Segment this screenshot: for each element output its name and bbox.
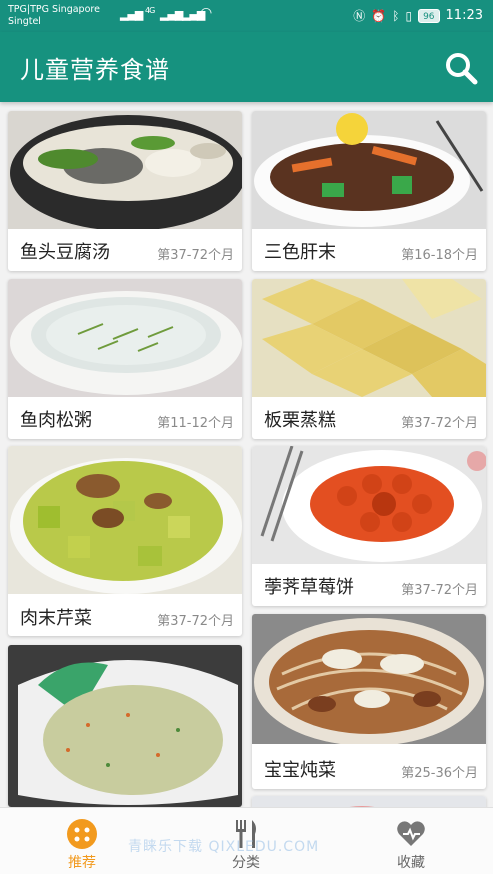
recipe-image: [8, 111, 242, 229]
recipe-card[interactable]: [252, 796, 486, 807]
battery-icon: 96: [418, 8, 440, 23]
recipe-name: 肉末芹菜: [20, 608, 92, 629]
clock: 11:23: [445, 8, 483, 23]
recipe-image: [8, 645, 242, 807]
recipe-image: [252, 796, 486, 807]
recipe-age: 第37-72个月: [157, 248, 234, 263]
recipe-name: 三色肝末: [264, 242, 336, 263]
carrier-line1: TPG|TPG Singapore: [8, 4, 100, 15]
recommend-icon: [67, 819, 97, 849]
recipe-age: 第16-18个月: [401, 248, 478, 263]
recipe-card[interactable]: [8, 645, 242, 807]
recipe-card[interactable]: 鱼肉松粥 第11-12个月: [8, 279, 242, 439]
recipe-name: 鱼头豆腐汤: [20, 242, 110, 263]
recipe-name: 荸荠草莓饼: [264, 577, 354, 598]
carrier-info: TPG|TPG Singapore Singtel: [8, 4, 100, 28]
carrier-line2: Singtel: [8, 16, 41, 27]
recipe-card[interactable]: 鱼头豆腐汤 第37-72个月: [8, 111, 242, 271]
recipe-age: 第25-36个月: [401, 766, 478, 781]
recipe-card[interactable]: 荸荠草莓饼 第37-72个月: [252, 446, 486, 606]
recipe-grid: 鱼头豆腐汤 第37-72个月 鱼肉松粥 第11-12个月 肉末芹菜 第37-72…: [0, 102, 493, 807]
status-right: Ⓝ ⏰ ᛒ ▯ 96 11:23: [353, 7, 483, 24]
recipe-name: 鱼肉松粥: [20, 410, 92, 431]
alarm-icon: ⏰: [371, 8, 387, 23]
signal-icon: ▂▄▆: [120, 8, 143, 21]
recipe-age: 第37-72个月: [401, 416, 478, 431]
recipe-name: 板栗蒸糕: [264, 410, 336, 431]
heart-icon: [397, 821, 425, 846]
recipe-age: 第37-72个月: [157, 614, 234, 629]
watermark: 青睐乐下载 QIXLEDU.COM: [128, 839, 320, 855]
tab-favorites[interactable]: 收藏: [329, 808, 493, 874]
tab-label: 收藏: [397, 855, 425, 871]
app-bar: 儿童营养食谱: [0, 32, 493, 102]
recipe-image: [252, 614, 486, 744]
recipe-image: [252, 279, 486, 397]
recipe-card[interactable]: 三色肝末 第16-18个月: [252, 111, 486, 271]
status-bar: TPG|TPG Singapore Singtel ▂▄▆ 4G ▂▄▆ ▂▄▆…: [0, 0, 493, 32]
recipe-name: 宝宝炖菜: [264, 760, 336, 781]
recipe-card[interactable]: 肉末芹菜 第37-72个月: [8, 446, 242, 636]
recipe-image: [252, 111, 486, 229]
recipe-age: 第37-72个月: [401, 583, 478, 598]
recipe-age: 第11-12个月: [157, 416, 234, 431]
recipe-image: [8, 446, 242, 594]
search-icon[interactable]: [443, 50, 479, 86]
signal-icon: ▂▄▆: [160, 8, 183, 21]
wifi-icon: ◠: [200, 5, 212, 21]
vibrate-icon: ▯: [405, 8, 413, 23]
nfc-icon: Ⓝ: [353, 9, 366, 23]
recipe-card[interactable]: 宝宝炖菜 第25-36个月: [252, 614, 486, 789]
recipe-image: [252, 446, 486, 564]
recipe-card[interactable]: 板栗蒸糕 第37-72个月: [252, 279, 486, 439]
recipe-image: [8, 279, 242, 397]
network-type: 4G: [145, 6, 155, 15]
bluetooth-icon: ᛒ: [392, 8, 400, 23]
app-title: 儿童营养食谱: [20, 56, 170, 84]
